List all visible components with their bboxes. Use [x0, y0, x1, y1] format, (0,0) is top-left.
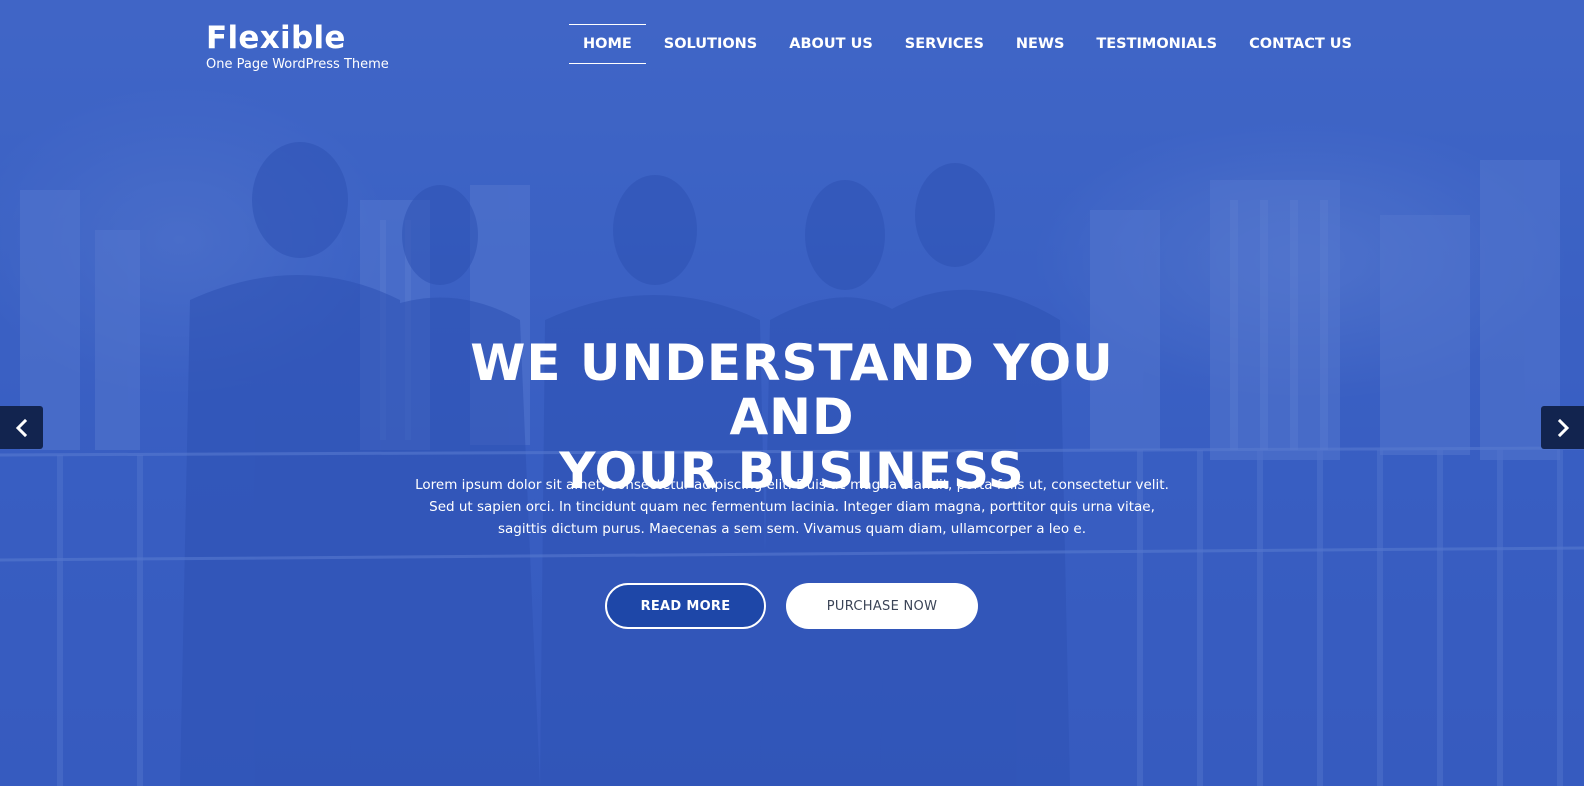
hero-title-line-1: WE UNDERSTAND YOU AND [470, 334, 1114, 446]
read-more-button[interactable]: READ MORE [605, 583, 766, 629]
nav-item-solutions[interactable]: SOLUTIONS [648, 24, 773, 64]
nav-item-testimonials[interactable]: TESTIMONIALS [1080, 24, 1233, 64]
purchase-now-button[interactable]: PURCHASE NOW [786, 583, 978, 629]
hero-section: Flexible One Page WordPress Theme HOME S… [0, 0, 1584, 786]
nav-item-news[interactable]: NEWS [1000, 24, 1080, 64]
site-tagline: One Page WordPress Theme [206, 57, 389, 72]
nav-item-contact-us[interactable]: CONTACT US [1233, 24, 1368, 64]
nav-item-services[interactable]: SERVICES [889, 24, 1000, 64]
site-title[interactable]: Flexible [206, 18, 346, 58]
hero-description: Lorem ipsum dolor sit amet, consectetur … [415, 477, 1169, 537]
site-header: Flexible One Page WordPress Theme HOME S… [0, 0, 1584, 90]
nav-item-about-us[interactable]: ABOUT US [773, 24, 889, 64]
main-navigation: HOME SOLUTIONS ABOUT US SERVICES NEWS TE… [568, 24, 1368, 64]
nav-item-home[interactable]: HOME [568, 24, 646, 64]
